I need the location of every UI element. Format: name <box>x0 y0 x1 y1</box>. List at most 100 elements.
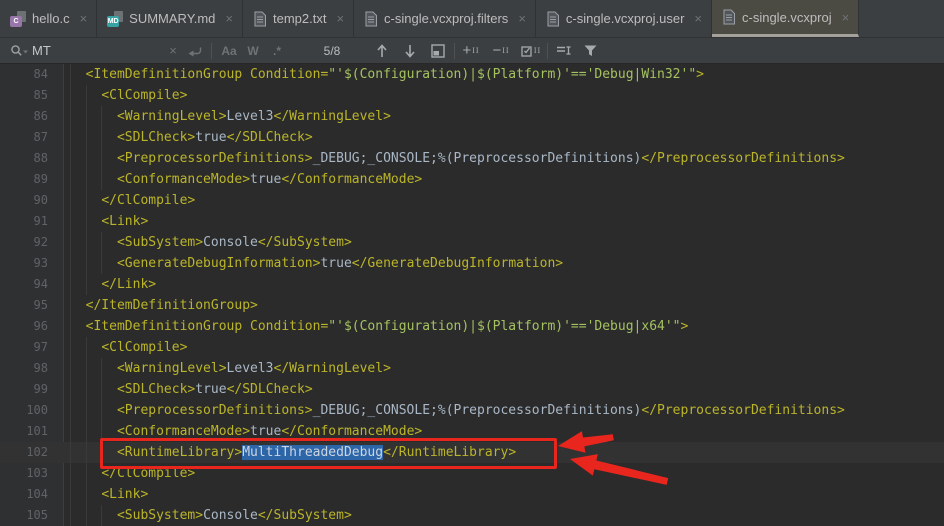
text-file-icon <box>253 11 267 27</box>
code-line[interactable]: 91 <Link> <box>0 211 944 232</box>
indent-guide <box>86 400 87 421</box>
code-line[interactable]: 102 <RuntimeLibrary>MultiThreadedDebug</… <box>0 442 944 463</box>
code-line[interactable]: 105 <SubSystem>Console</SubSystem> <box>0 505 944 526</box>
tab-summary-md[interactable]: MDSUMMARY.md× <box>97 0 243 37</box>
previous-occurrence-button[interactable] <box>371 41 393 61</box>
tab-hello-c[interactable]: Chello.c× <box>0 0 97 37</box>
code-line[interactable]: 97 <ClCompile> <box>0 337 944 358</box>
line-number: 87 <box>0 127 63 148</box>
text-file-icon <box>722 9 736 25</box>
code-text: <WarningLevel>Level3</WarningLevel> <box>70 358 391 379</box>
code-text: <WarningLevel>Level3</WarningLevel> <box>70 106 391 127</box>
next-occurrence-button[interactable] <box>399 41 421 61</box>
indent-guide <box>70 85 71 106</box>
code-line[interactable]: 103 </ClCompile> <box>0 463 944 484</box>
code-line[interactable]: 90 </ClCompile> <box>0 190 944 211</box>
close-icon[interactable]: × <box>80 12 88 25</box>
code-line[interactable]: 86 <WarningLevel>Level3</WarningLevel> <box>0 106 944 127</box>
add-occurrence-button[interactable]: +II <box>460 41 482 61</box>
line-number: 101 <box>0 421 63 442</box>
code-line[interactable]: 99 <SDLCheck>true</SDLCheck> <box>0 379 944 400</box>
tab-bar: Chello.c×MDSUMMARY.md×temp2.txt×c-single… <box>0 0 944 38</box>
indent-guide <box>101 505 102 526</box>
toolbar-separator <box>454 43 455 59</box>
line-number: 92 <box>0 232 63 253</box>
indent-guide <box>101 400 102 421</box>
search-input[interactable] <box>30 43 162 58</box>
indent-guide <box>101 421 102 442</box>
indent-guide <box>86 253 87 274</box>
indent-guide <box>86 106 87 127</box>
line-number: 91 <box>0 211 63 232</box>
line-number: 104 <box>0 484 63 505</box>
tab-c-single-vcxproj-user[interactable]: c-single.vcxproj.user× <box>536 0 712 37</box>
indent-guide <box>70 484 71 505</box>
tab-c-single-vcxproj[interactable]: c-single.vcxproj× <box>712 0 859 37</box>
code-line[interactable]: 100 <PreprocessorDefinitions>_DEBUG;_CON… <box>0 400 944 421</box>
close-icon[interactable]: × <box>225 12 233 25</box>
code-text: </ClCompile> <box>70 190 195 211</box>
indent-guide <box>101 169 102 190</box>
indent-guide <box>101 379 102 400</box>
code-line[interactable]: 98 <WarningLevel>Level3</WarningLevel> <box>0 358 944 379</box>
select-all-occurrences-button[interactable]: II <box>520 41 542 61</box>
indent-guide <box>70 337 71 358</box>
tab-c-single-vcxproj-filters[interactable]: c-single.vcxproj.filters × <box>354 0 536 37</box>
code-text: <SDLCheck>true</SDLCheck> <box>70 379 313 400</box>
indent-guide <box>101 442 102 463</box>
indent-guide <box>86 463 87 484</box>
code-line[interactable]: 89 <ConformanceMode>true</ConformanceMod… <box>0 169 944 190</box>
indent-guide <box>70 358 71 379</box>
code-line[interactable]: 87 <SDLCheck>true</SDLCheck> <box>0 127 944 148</box>
line-number: 95 <box>0 295 63 316</box>
line-number: 98 <box>0 358 63 379</box>
line-number: 103 <box>0 463 63 484</box>
indent-guide <box>101 106 102 127</box>
close-icon[interactable]: × <box>518 12 526 25</box>
line-number: 105 <box>0 505 63 526</box>
open-in-find-window-button[interactable] <box>427 41 449 61</box>
indent-guide <box>101 253 102 274</box>
results-counter: 5/8 <box>319 44 345 58</box>
line-number: 84 <box>0 64 63 85</box>
newline-icon[interactable] <box>184 41 206 61</box>
filter-lines-button[interactable] <box>553 41 575 61</box>
tab-label: c-single.vcxproj.filters <box>384 11 508 26</box>
code-text: <Link> <box>70 484 148 505</box>
close-icon[interactable]: × <box>694 12 702 25</box>
code-line[interactable]: 93 <GenerateDebugInformation>true</Gener… <box>0 253 944 274</box>
remove-occurrence-button[interactable]: −II <box>490 41 512 61</box>
line-number: 102 <box>0 442 63 463</box>
code-line[interactable]: 95 </ItemDefinitionGroup> <box>0 295 944 316</box>
match-case-toggle[interactable]: Aa <box>217 44 241 58</box>
search-icon[interactable] <box>8 41 30 61</box>
indent-guide <box>70 253 71 274</box>
code-text: <PreprocessorDefinitions>_DEBUG;_CONSOLE… <box>70 148 845 169</box>
line-number: 93 <box>0 253 63 274</box>
indent-guide <box>70 505 71 526</box>
clear-search-icon[interactable]: × <box>162 41 184 61</box>
tab-label: temp2.txt <box>273 11 326 26</box>
code-text: <ClCompile> <box>70 337 187 358</box>
filter-search-icon[interactable] <box>579 41 601 61</box>
code-line[interactable]: 104 <Link> <box>0 484 944 505</box>
code-line[interactable]: 96 <ItemDefinitionGroup Condition="'$(Co… <box>0 316 944 337</box>
regex-toggle[interactable]: .* <box>265 44 289 58</box>
tab-temp2-txt[interactable]: temp2.txt × <box>243 0 354 37</box>
code-line[interactable]: 85 <ClCompile> <box>0 85 944 106</box>
indent-guide <box>86 148 87 169</box>
indent-guide <box>101 127 102 148</box>
indent-guide <box>70 148 71 169</box>
indent-guide <box>70 64 71 85</box>
whole-words-toggle[interactable]: W <box>241 44 265 58</box>
close-icon[interactable]: × <box>336 12 344 25</box>
code-line[interactable]: 84 <ItemDefinitionGroup Condition="'$(Co… <box>0 64 944 85</box>
line-number: 100 <box>0 400 63 421</box>
code-line[interactable]: 88 <PreprocessorDefinitions>_DEBUG;_CONS… <box>0 148 944 169</box>
code-line[interactable]: 94 </Link> <box>0 274 944 295</box>
code-line[interactable]: 101 <ConformanceMode>true</ConformanceMo… <box>0 421 944 442</box>
indent-guide <box>70 169 71 190</box>
code-line[interactable]: 92 <SubSystem>Console</SubSystem> <box>0 232 944 253</box>
close-icon[interactable]: × <box>842 11 850 24</box>
code-text: <RuntimeLibrary>MultiThreadedDebug</Runt… <box>70 442 516 463</box>
